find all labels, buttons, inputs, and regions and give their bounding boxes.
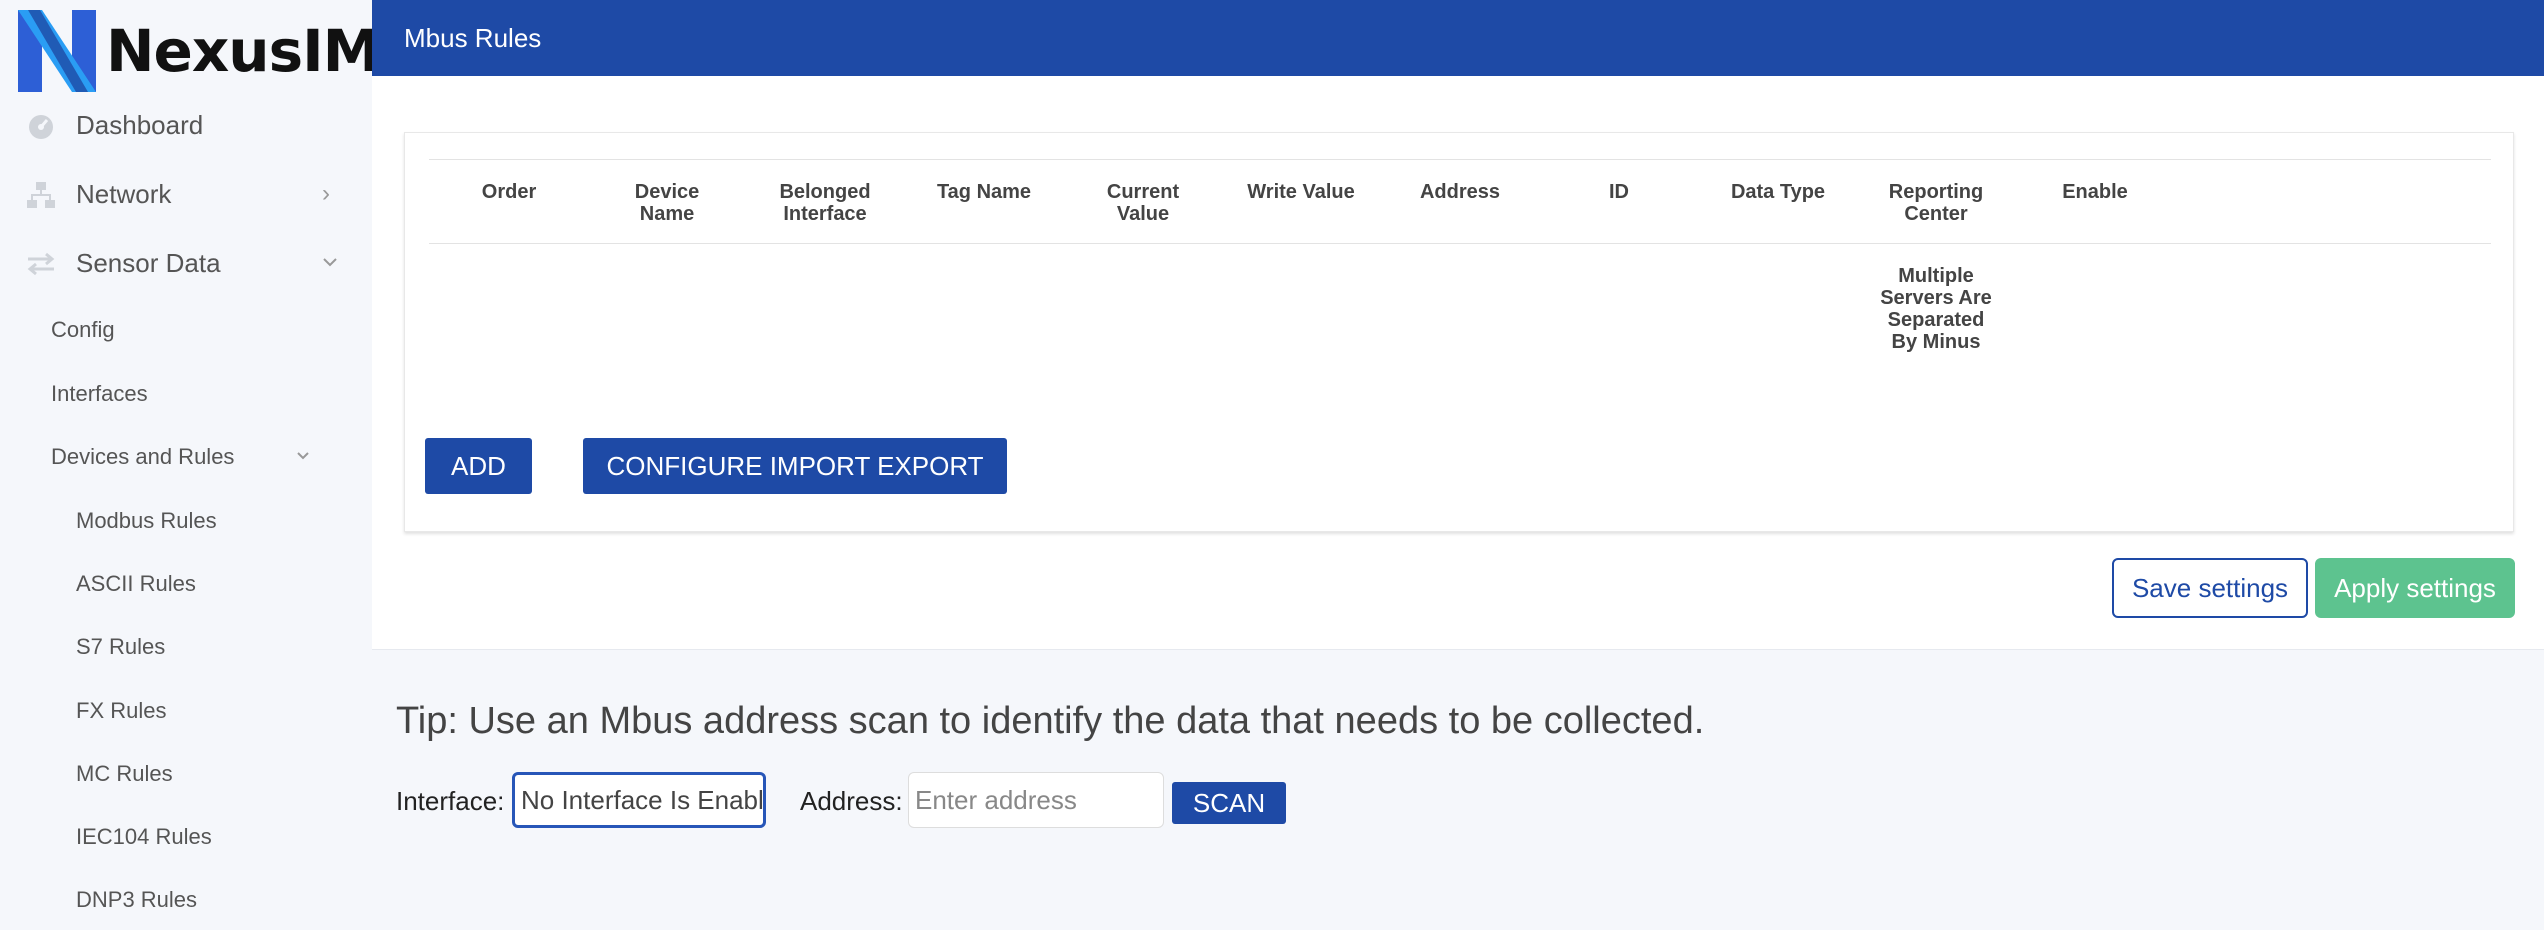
chevron-right-icon: › xyxy=(322,180,330,207)
sidebar-item-devices-and-rules[interactable]: Devices and Rules xyxy=(51,444,234,470)
sidebar-item-interfaces[interactable]: Interfaces xyxy=(51,381,148,407)
column-header-enable: Enable xyxy=(2062,181,2128,203)
sidebar-item-config[interactable]: Config xyxy=(51,317,115,343)
brand-name: NexusIM xyxy=(106,17,380,85)
column-header-current-value: Current Value xyxy=(1106,181,1180,225)
add-button[interactable]: ADD xyxy=(425,438,532,494)
column-header-data-type: Data Type xyxy=(1730,181,1826,203)
sidebar-item-dnp3-rules[interactable]: DNP3 Rules xyxy=(76,887,197,913)
column-header-belonged-interface: Belonged Interface xyxy=(779,181,871,225)
sidebar-item-s7-rules[interactable]: S7 Rules xyxy=(76,634,165,660)
interface-select[interactable]: No Interface Is Enabled xyxy=(512,772,766,828)
column-header-reporting-center: Reporting Center xyxy=(1888,181,1984,225)
column-header-tag-name: Tag Name xyxy=(936,181,1032,203)
chevron-down-icon xyxy=(297,452,309,460)
column-header-address: Address xyxy=(1419,181,1501,203)
sidebar-item-network[interactable]: Network xyxy=(26,179,171,210)
column-header-write-value: Write Value xyxy=(1247,181,1355,203)
sidebar-item-label: Network xyxy=(76,179,172,209)
save-settings-button[interactable]: Save settings xyxy=(2112,558,2308,618)
sidebar-item-mc-rules[interactable]: MC Rules xyxy=(76,761,173,787)
column-header-order: Order xyxy=(481,181,537,203)
sidebar-item-dashboard[interactable]: Dashboard xyxy=(26,110,203,141)
address-label: Address: xyxy=(800,786,903,816)
scan-button[interactable]: SCAN xyxy=(1172,782,1286,824)
nexusim-logo-icon xyxy=(18,10,96,92)
address-input[interactable]: Enter address xyxy=(908,772,1164,828)
arrows-icon xyxy=(26,249,56,279)
dashboard-icon xyxy=(26,111,56,141)
apply-settings-button[interactable]: Apply settings xyxy=(2315,558,2515,618)
interface-label: Interface: xyxy=(396,786,505,816)
table-top-divider xyxy=(429,159,2491,160)
reporting-center-note: Multiple Servers Are Separated By Minus xyxy=(1880,265,1992,353)
sidebar-item-sensor-data[interactable]: Sensor Data xyxy=(26,248,221,279)
sidebar-item-fx-rules[interactable]: FX Rules xyxy=(76,698,166,724)
table-header-divider xyxy=(429,243,2491,244)
page-header: Mbus Rules xyxy=(372,0,2544,76)
configure-import-export-button[interactable]: CONFIGURE IMPORT EXPORT xyxy=(583,438,1007,494)
sidebar-item-modbus-rules[interactable]: Modbus Rules xyxy=(76,508,217,534)
column-header-id: ID xyxy=(1609,181,1629,203)
brand-logo[interactable]: NexusIM xyxy=(18,10,380,92)
scan-tip: Tip: Use an Mbus address scan to identif… xyxy=(396,700,1705,742)
main-card: Order Device Name Belonged Interface Tag N… xyxy=(372,76,2544,650)
sidebar: NexusIM Dashboard Network › Sensor Data … xyxy=(0,0,380,930)
network-icon xyxy=(26,180,56,210)
sidebar-item-iec104-rules[interactable]: IEC104 Rules xyxy=(76,824,212,850)
sidebar-item-label: Dashboard xyxy=(76,110,204,140)
chevron-down-icon xyxy=(323,258,337,267)
sidebar-item-label: Sensor Data xyxy=(76,248,221,278)
rules-table-panel: Order Device Name Belonged Interface Tag N… xyxy=(404,132,2514,532)
sidebar-item-ascii-rules[interactable]: ASCII Rules xyxy=(76,571,196,597)
column-header-device-name: Device Name xyxy=(634,181,700,225)
page-title: Mbus Rules xyxy=(404,23,542,53)
